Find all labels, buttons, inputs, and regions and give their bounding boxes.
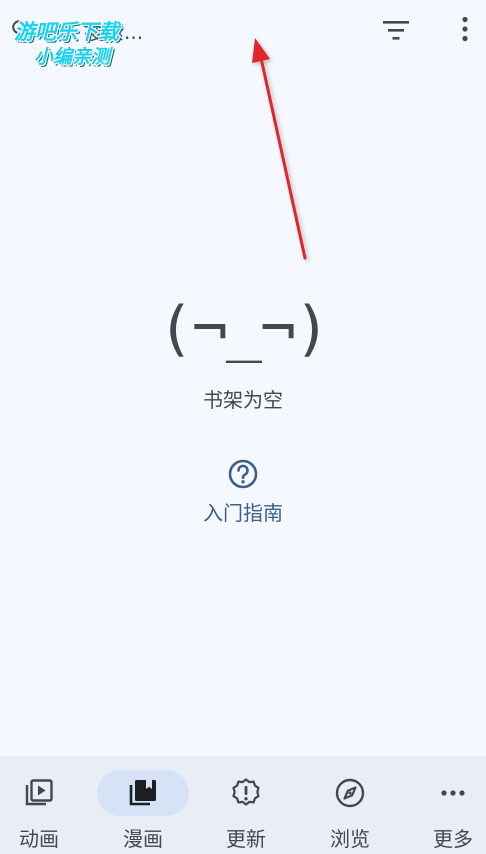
nav-label-manga: 漫画 — [123, 827, 163, 851]
nav-pill — [407, 770, 486, 816]
bottom-navigation: 动画 漫画 更新 浏览 更多 — [0, 756, 486, 854]
nav-pill — [304, 770, 396, 816]
compass-icon — [335, 778, 365, 808]
empty-state-message: 书架为空 — [203, 388, 283, 412]
watermark-line2: 小编亲测 — [34, 46, 111, 68]
getting-started-label: 入门指南 — [203, 501, 283, 525]
top-app-bar: 搜索... 游吧乐下载 小编亲测 — [0, 0, 486, 68]
nav-item-more[interactable]: 更多 — [406, 770, 486, 854]
watermark-logo: 游吧乐下载 小编亲测 — [8, 8, 148, 68]
nav-pill-active — [97, 770, 189, 816]
nav-label-more: 更多 — [433, 827, 473, 851]
more-vert-icon — [462, 16, 468, 42]
help-circle-icon — [228, 459, 258, 489]
play-library-icon — [25, 779, 53, 806]
filter-button[interactable] — [380, 16, 412, 44]
nav-pill — [200, 770, 292, 816]
book-library-icon — [129, 780, 156, 806]
more-options-button[interactable] — [452, 14, 478, 44]
nav-pill — [0, 770, 85, 816]
more-horiz-icon — [441, 790, 465, 796]
nav-label-browse: 浏览 — [330, 827, 370, 851]
nav-item-manga[interactable]: 漫画 — [96, 770, 190, 854]
nav-label-anime: 动画 — [19, 827, 59, 851]
nav-item-browse[interactable]: 浏览 — [303, 770, 397, 854]
getting-started-link[interactable]: 入门指南 — [193, 458, 293, 528]
filter-icon — [383, 21, 409, 40]
nav-item-anime[interactable]: 动画 — [0, 770, 86, 854]
nav-label-updates: 更新 — [226, 827, 266, 851]
nav-item-updates[interactable]: 更新 — [199, 770, 293, 854]
alert-badge-icon — [232, 778, 260, 806]
empty-state-face: (¬_¬) — [157, 294, 331, 364]
